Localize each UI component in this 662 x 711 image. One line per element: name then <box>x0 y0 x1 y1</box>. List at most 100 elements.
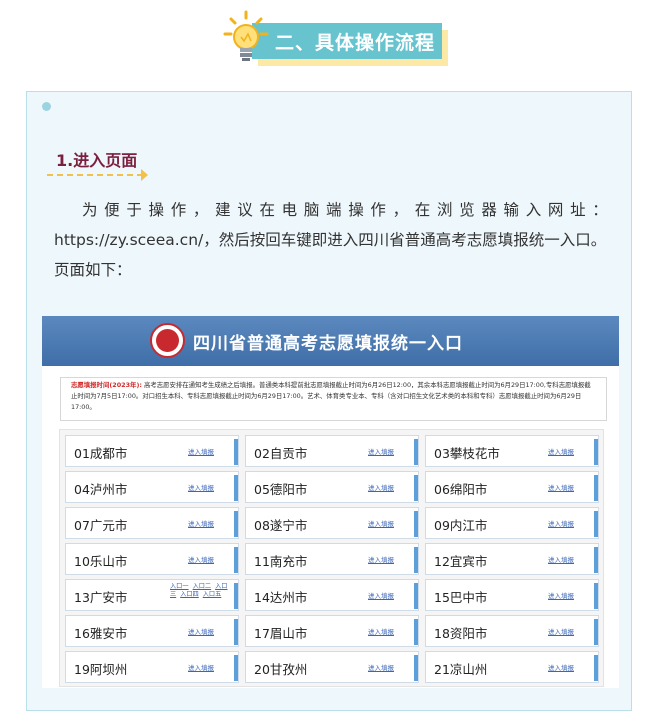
embedded-website-screenshot: 四川省普通高考志愿填报统一入口 志愿填报时间(2023年): 高考志愿安排在通知… <box>42 316 619 688</box>
entry-links: 入口一 入口二 入口三 入口四 入口五 <box>170 583 234 599</box>
header-title: 二、具体操作流程 <box>274 31 435 54</box>
city-cell: 07广元市 进入填报 <box>65 507 239 539</box>
enter-fill-link[interactable]: 进入填报 <box>368 446 394 456</box>
city-cell: 02自贡市 进入填报 <box>245 435 419 467</box>
site-header: 四川省普通高考志愿填报统一入口 <box>42 316 619 366</box>
entry-link[interactable]: 入口五 <box>203 591 222 598</box>
cell-accent-bar <box>234 583 238 609</box>
cell-accent-bar <box>414 475 418 501</box>
city-cell: 13广安市 入口一 入口二 入口三 入口四 入口五 <box>65 579 239 611</box>
city-name: 15巴中市 <box>434 590 488 605</box>
enter-fill-link[interactable]: 进入填报 <box>548 446 574 456</box>
city-name: 17眉山市 <box>254 626 308 641</box>
city-cell: 10乐山市 进入填报 <box>65 543 239 575</box>
instruction-line-rest: https://zy.sceea.cn/，然后按回车键即进入四川省普通高考志愿填… <box>54 231 607 279</box>
enter-fill-link[interactable]: 进入填报 <box>368 554 394 564</box>
notice-text: 高考志愿安排在通知考生成绩之后填报。普通类本科提前批志愿填报截止时间为6月26日… <box>71 381 591 411</box>
section-header: 二、具体操作流程 <box>0 0 662 82</box>
city-name: 19阿坝州 <box>74 662 128 677</box>
cell-accent-bar <box>234 439 238 465</box>
city-cell: 01成都市 进入填报 <box>65 435 239 467</box>
cell-accent-bar <box>594 547 598 573</box>
city-name: 18资阳市 <box>434 626 488 641</box>
city-cell: 16雅安市 进入填报 <box>65 615 239 647</box>
cell-accent-bar <box>414 439 418 465</box>
cell-accent-bar <box>594 439 598 465</box>
cell-accent-bar <box>414 655 418 681</box>
city-cell: 11南充市 进入填报 <box>245 543 419 575</box>
enter-fill-link[interactable]: 进入填报 <box>548 518 574 528</box>
city-name: 12宜宾市 <box>434 554 488 569</box>
enter-fill-link[interactable]: 进入填报 <box>368 518 394 528</box>
site-title: 四川省普通高考志愿填报统一入口 <box>193 334 463 354</box>
cell-accent-bar <box>594 583 598 609</box>
city-name: 20甘孜州 <box>254 662 308 677</box>
enter-fill-link[interactable]: 进入填报 <box>548 590 574 600</box>
cell-accent-bar <box>594 655 598 681</box>
cell-accent-bar <box>234 619 238 645</box>
city-name: 10乐山市 <box>74 554 128 569</box>
city-cell: 20甘孜州 进入填报 <box>245 651 419 683</box>
city-name: 03攀枝花市 <box>434 446 500 461</box>
instruction-paragraph: 为便于操作，建议在电脑端操作，在浏览器输入网址： https://zy.scee… <box>54 195 612 285</box>
cell-accent-bar <box>234 655 238 681</box>
city-cell: 15巴中市 进入填报 <box>425 579 599 611</box>
city-cell: 09内江市 进入填报 <box>425 507 599 539</box>
city-cell: 04泸州市 进入填报 <box>65 471 239 503</box>
city-name: 06绵阳市 <box>434 482 488 497</box>
city-cell: 12宜宾市 进入填报 <box>425 543 599 575</box>
city-grid: 01成都市 进入填报 02自贡市 进入填报 03攀枝花市 进入填报 04泸州市 进入填报 05德… <box>59 429 604 687</box>
cell-accent-bar <box>594 619 598 645</box>
city-name: 16雅安市 <box>74 626 128 641</box>
entry-link[interactable]: 入口四 <box>180 591 199 598</box>
city-cell: 17眉山市 进入填报 <box>245 615 419 647</box>
city-cell: 06绵阳市 进入填报 <box>425 471 599 503</box>
cell-accent-bar <box>234 475 238 501</box>
city-cell: 08遂宁市 进入填报 <box>245 507 419 539</box>
emblem-icon <box>150 323 185 358</box>
enter-fill-link[interactable]: 进入填报 <box>548 626 574 636</box>
enter-fill-link[interactable]: 进入填报 <box>188 482 214 492</box>
city-cell: 21凉山州 进入填报 <box>425 651 599 683</box>
city-name: 21凉山州 <box>434 662 488 677</box>
city-name: 09内江市 <box>434 518 488 533</box>
enter-fill-link[interactable]: 进入填报 <box>368 626 394 636</box>
instruction-line-1: 为便于操作，建议在电脑端操作，在浏览器输入网址： <box>82 201 612 219</box>
header-title-box: 二、具体操作流程 <box>252 23 442 59</box>
enter-fill-link[interactable]: 进入填报 <box>548 662 574 672</box>
cell-accent-bar <box>414 619 418 645</box>
city-name: 08遂宁市 <box>254 518 308 533</box>
section-title: 1.进入页面 <box>56 151 138 170</box>
city-name: 04泸州市 <box>74 482 128 497</box>
city-name: 07广元市 <box>74 518 128 533</box>
notice-box: 志愿填报时间(2023年): 高考志愿安排在通知考生成绩之后填报。普通类本科提前… <box>60 377 607 421</box>
cell-accent-bar <box>414 547 418 573</box>
cell-accent-bar <box>594 475 598 501</box>
city-name: 14达州市 <box>254 590 308 605</box>
cell-accent-bar <box>414 511 418 537</box>
cell-accent-bar <box>414 583 418 609</box>
enter-fill-link[interactable]: 进入填报 <box>188 554 214 564</box>
city-cell: 14达州市 进入填报 <box>245 579 419 611</box>
entry-link[interactable]: 入口一 <box>170 583 189 590</box>
entry-link[interactable]: 入口二 <box>193 583 212 590</box>
enter-fill-link[interactable]: 进入填报 <box>368 482 394 492</box>
enter-fill-link[interactable]: 进入填报 <box>188 626 214 636</box>
cell-accent-bar <box>594 511 598 537</box>
enter-fill-link[interactable]: 进入填报 <box>368 590 394 600</box>
city-cell: 05德阳市 进入填报 <box>245 471 419 503</box>
city-name: 01成都市 <box>74 446 128 461</box>
enter-fill-link[interactable]: 进入填报 <box>188 518 214 528</box>
city-cell: 03攀枝花市 进入填报 <box>425 435 599 467</box>
cell-accent-bar <box>234 547 238 573</box>
enter-fill-link[interactable]: 进入填报 <box>548 482 574 492</box>
enter-fill-link[interactable]: 进入填报 <box>188 446 214 456</box>
enter-fill-link[interactable]: 进入填报 <box>548 554 574 564</box>
enter-fill-link[interactable]: 进入填报 <box>368 662 394 672</box>
city-name: 11南充市 <box>254 554 308 569</box>
enter-fill-link[interactable]: 进入填报 <box>188 662 214 672</box>
city-name: 05德阳市 <box>254 482 308 497</box>
city-name: 13广安市 <box>74 590 128 605</box>
city-cell: 19阿坝州 进入填报 <box>65 651 239 683</box>
section-title-underline <box>47 174 143 176</box>
